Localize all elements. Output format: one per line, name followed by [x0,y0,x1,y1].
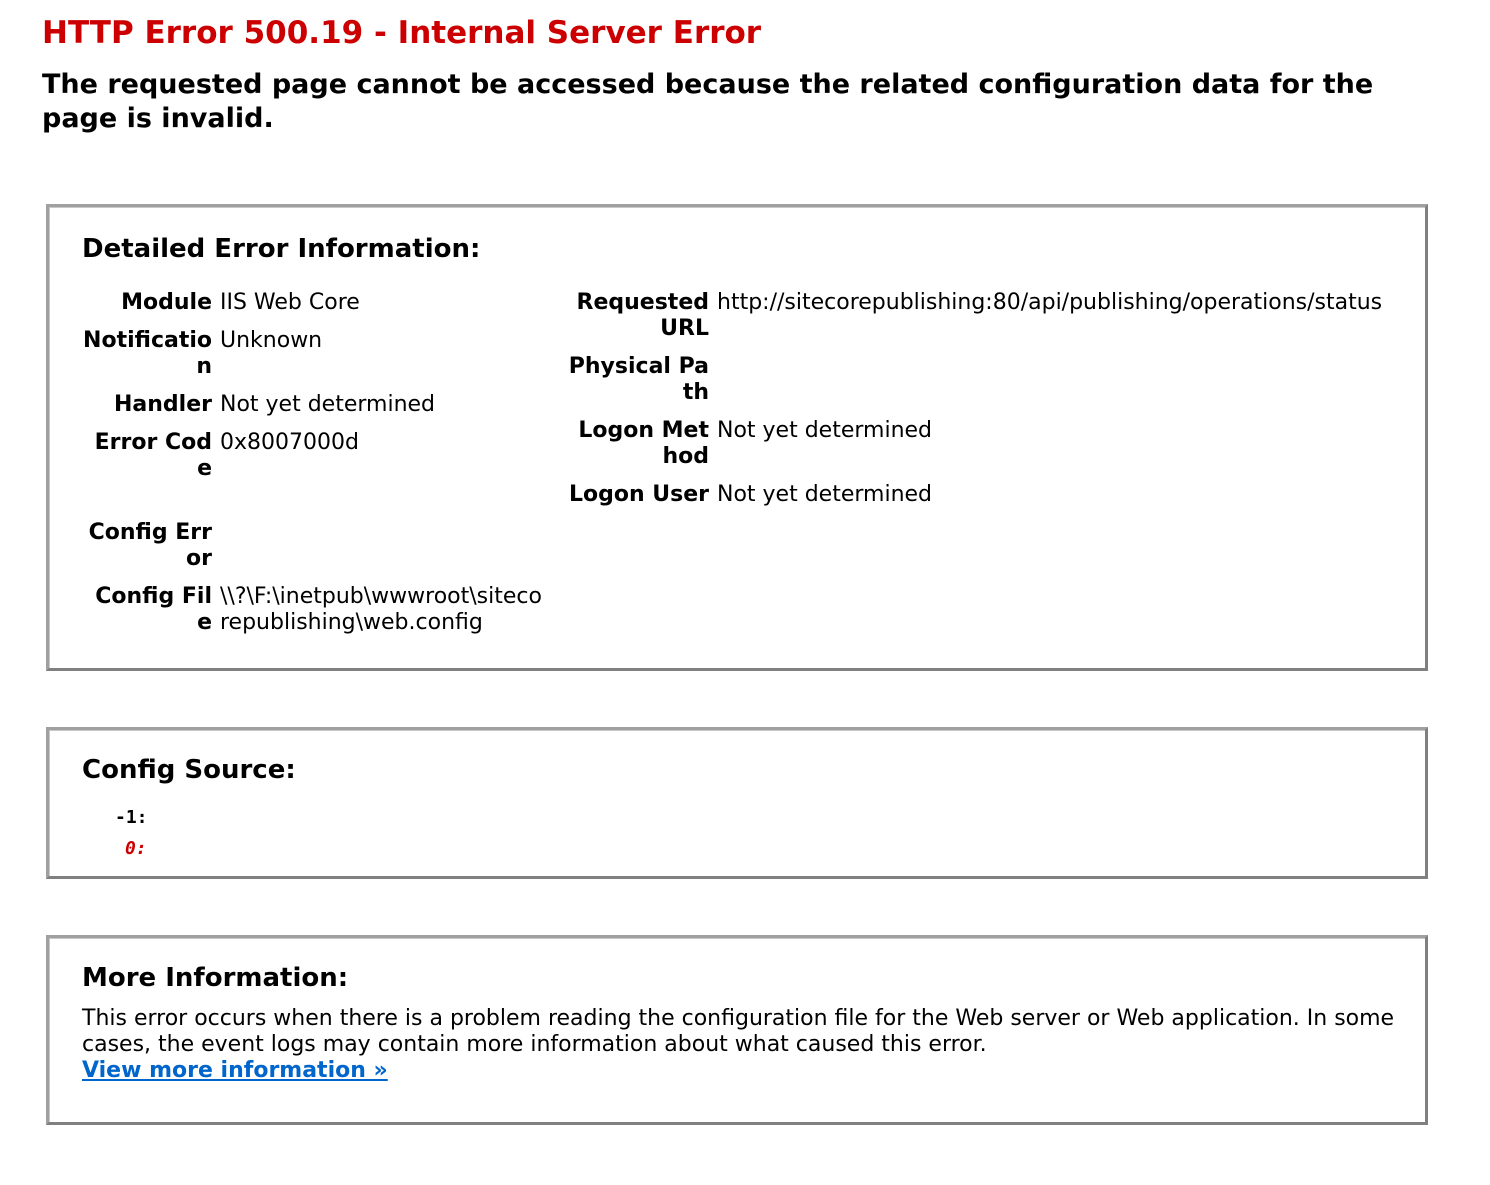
summary-row-module: Module IIS Web Core [82,290,542,328]
more-information-panel: More Information: This error occurs when… [46,935,1428,1125]
summary-value: Not yet determined [717,418,933,443]
detailed-error-heading: Detailed Error Information: [82,234,481,264]
summary-value: Not yet determined [220,392,436,417]
summary-label: Physical Path [568,354,709,405]
source-line-error: 0: [125,838,147,859]
summary-label: Module [121,290,212,315]
detailed-error-panel: Detailed Error Information: Module IIS W… [46,204,1428,671]
summary-label: Logon User [568,482,709,507]
summary-row-error-code: Error Code 0x8007000d [82,430,542,494]
more-information-heading: More Information: [82,963,349,993]
summary-row-logon-method: Logon Method Not yet determined [564,418,1394,482]
page-subtitle: The requested page cannot be accessed be… [42,69,1374,134]
summary-value: IIS Web Core [220,290,360,315]
summary-value: http://sitecorepublishing:80/api/publish… [717,290,1383,315]
summary-value: Unknown [220,328,323,353]
summary-label: Config File [95,584,212,635]
page-title: HTTP Error 500.19 - Internal Server Erro… [42,15,762,51]
summary-row-logon-user: Logon User Not yet determined [564,482,1394,520]
summary-label: Config Error [88,520,212,571]
error-summary-left: Module IIS Web Core Notification Unknown… [82,290,542,648]
summary-row-config-file: Config File \\?\F:\inetpub\wwwroot\sitec… [82,584,542,648]
summary-label: Notification [83,328,212,379]
config-source-panel: Config Source: -1: 0: [46,727,1428,879]
config-source-code: -1: 0: [115,802,148,864]
config-source-heading: Config Source: [82,755,296,785]
summary-label: Error Code [94,430,212,481]
summary-row-physical-path: Physical Path [564,354,1394,418]
summary-row-notification: Notification Unknown [82,328,542,392]
source-line: -1: [115,807,148,828]
error-header: HTTP Error 500.19 - Internal Server Erro… [42,12,1452,136]
summary-label: Requested URL [576,290,709,341]
summary-row-requested-url: Requested URL http://sitecorepublishing:… [564,290,1394,354]
view-more-information-link[interactable]: View more information » [82,1058,388,1084]
more-information-text: This error occurs when there is a proble… [82,1006,1395,1057]
error-summary-right: Requested URL http://sitecorepublishing:… [564,290,1394,520]
summary-value: Not yet determined [717,482,933,507]
summary-value: \\?\F:\inetpub\wwwroot\sitecorepublishin… [220,584,542,635]
summary-value: 0x8007000d [220,430,359,455]
summary-label: Logon Method [578,418,709,469]
summary-label: Handler [114,392,212,417]
summary-value [220,494,542,584]
summary-row-handler: Handler Not yet determined [82,392,542,430]
summary-row-config-error: Config Error [82,494,542,584]
summary-value [717,354,1394,418]
